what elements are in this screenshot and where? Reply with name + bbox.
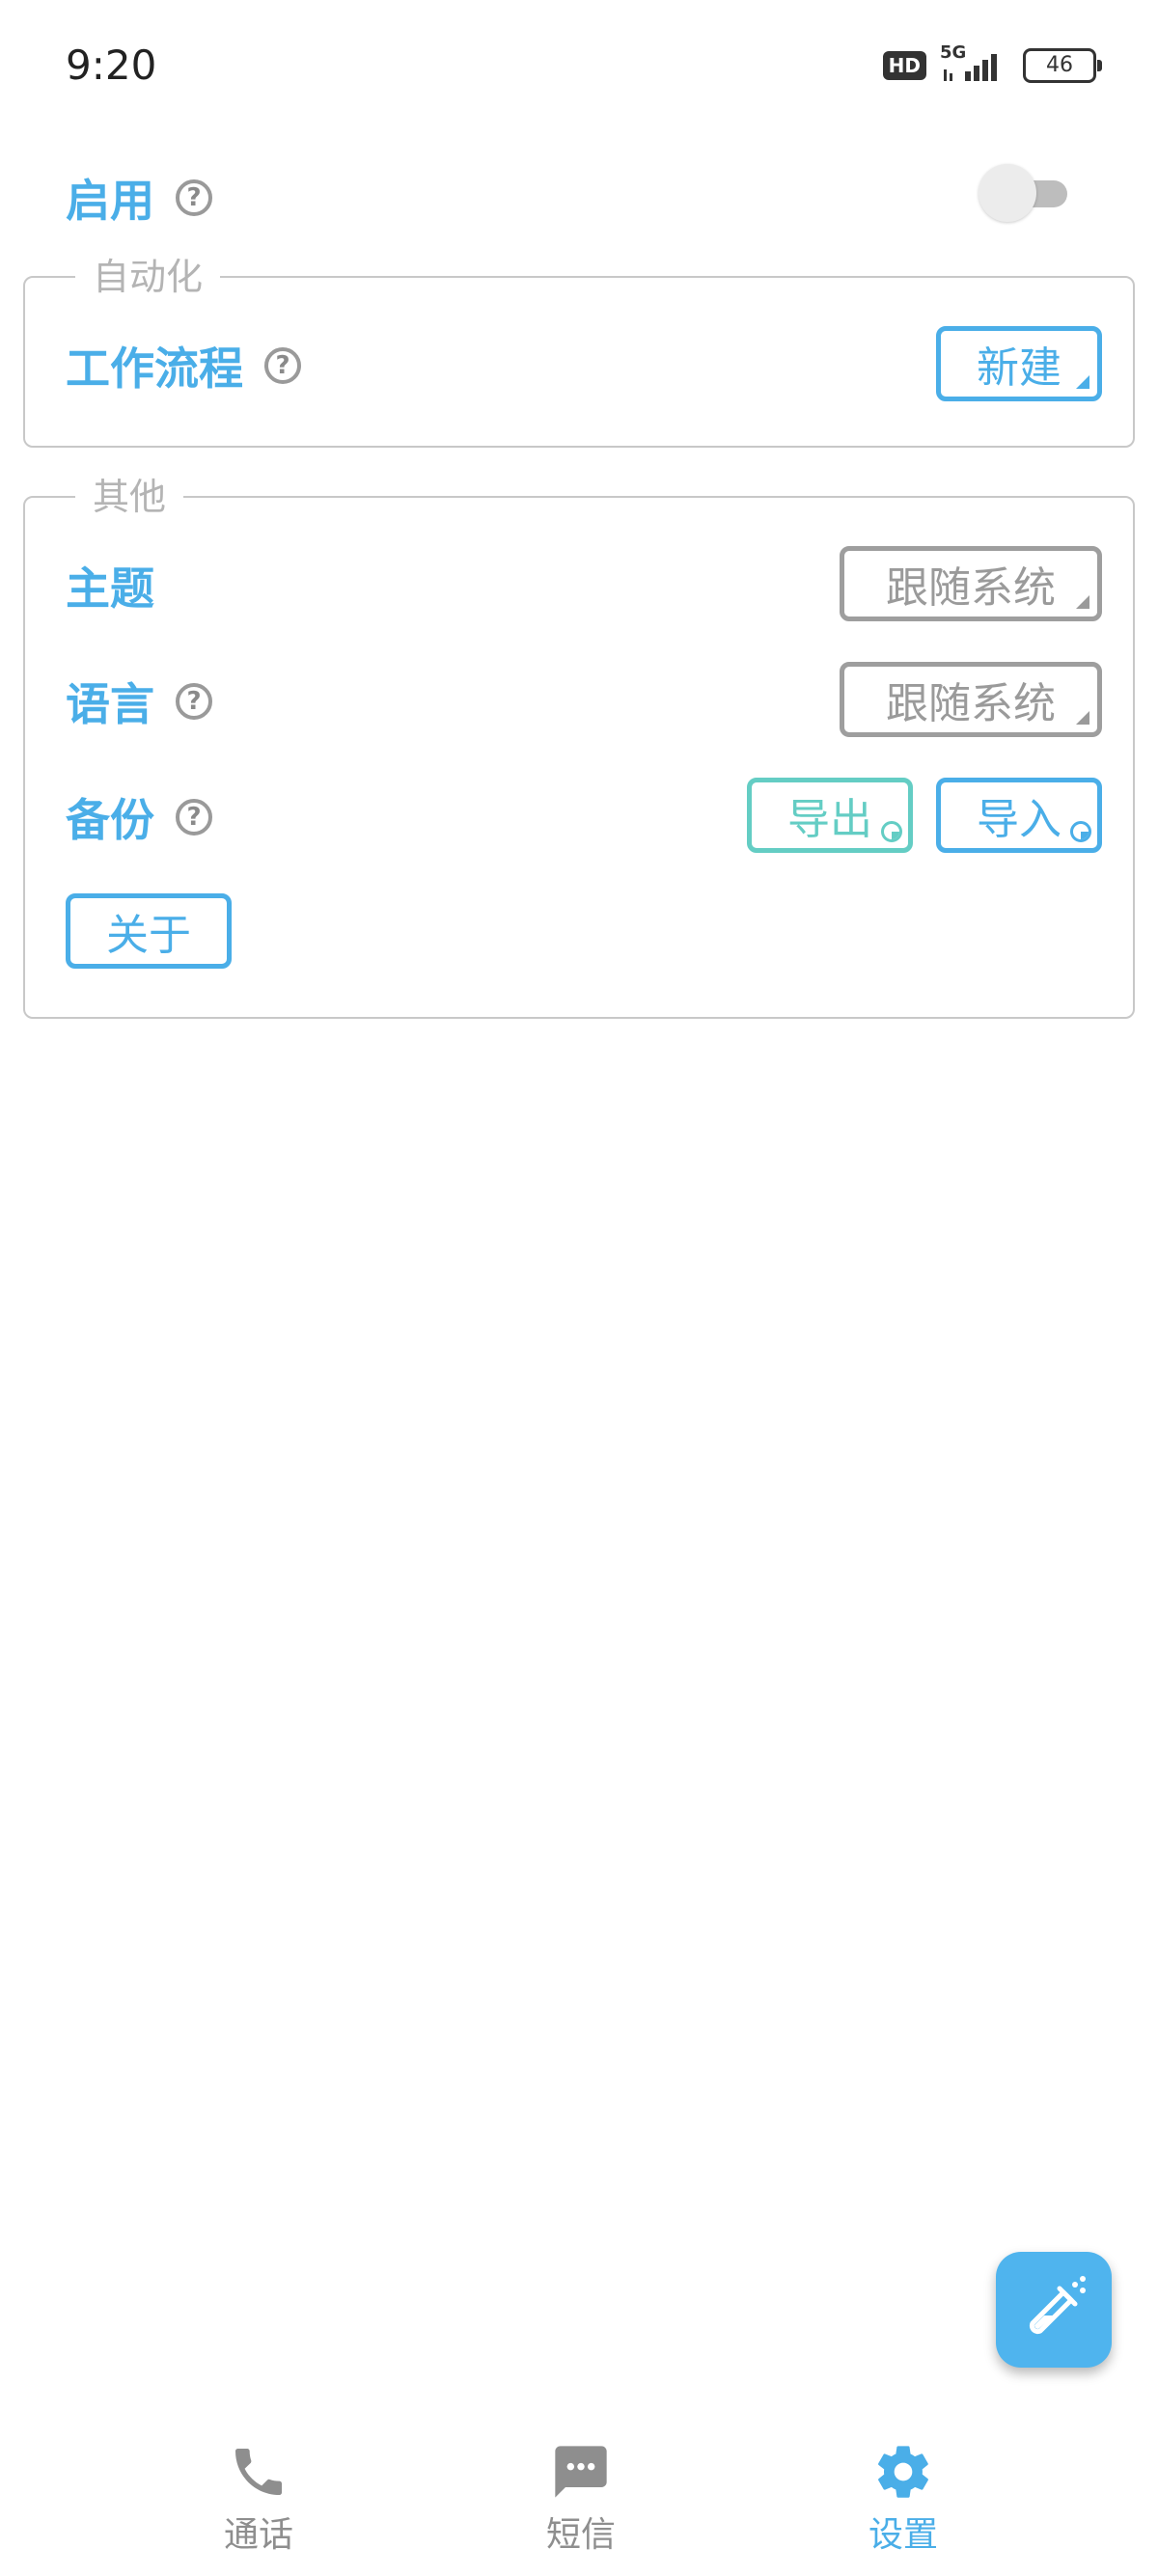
- import-label: 导入: [977, 795, 1062, 844]
- new-button-label: 新建: [977, 343, 1062, 393]
- new-workflow-button[interactable]: 新建: [936, 326, 1102, 401]
- nav-calls-label: 通话: [223, 2515, 293, 2555]
- about-button[interactable]: 关于: [66, 893, 232, 969]
- nav-sms-label: 短信: [545, 2515, 616, 2555]
- status-icons: HD 5G 46: [882, 42, 1102, 87]
- theme-label: 主题: [66, 562, 154, 615]
- language-value: 跟随系统: [886, 679, 1056, 728]
- backup-help-icon[interactable]: ?: [176, 799, 212, 836]
- clock-icon: [881, 821, 902, 842]
- status-time: 9:20: [66, 41, 157, 89]
- automation-legend: 自动化: [75, 253, 221, 301]
- dropdown-corner-icon: [1076, 595, 1089, 609]
- hd-badge: HD: [882, 51, 926, 80]
- nav-settings-label: 设置: [868, 2515, 938, 2555]
- language-select[interactable]: 跟随系统: [840, 662, 1102, 737]
- backup-row: 备份 ?: [66, 785, 212, 849]
- language-row: 语言 ?: [66, 670, 212, 733]
- language-help-icon[interactable]: ?: [176, 683, 212, 720]
- automation-group: 自动化 工作流程 ? 新建: [23, 253, 1135, 448]
- dropdown-corner-icon: [1076, 375, 1089, 389]
- theme-select[interactable]: 跟随系统: [840, 546, 1102, 621]
- battery-icon: 46: [1023, 48, 1102, 83]
- phone-icon: [235, 2449, 282, 2495]
- about-label: 关于: [106, 911, 191, 960]
- workflow-help-icon[interactable]: ?: [264, 347, 301, 384]
- enable-toggle[interactable]: [979, 164, 1069, 222]
- language-label: 语言: [66, 678, 154, 730]
- backup-label: 备份: [66, 794, 154, 846]
- export-button[interactable]: 导出: [747, 778, 913, 853]
- enable-row: 启用 ?: [66, 166, 212, 230]
- signal-icon: 5G: [940, 42, 1009, 85]
- enable-help-icon[interactable]: ?: [176, 179, 212, 216]
- nav-calls[interactable]: 通话: [162, 2441, 355, 2557]
- other-legend: 其他: [75, 473, 184, 521]
- enable-label: 启用: [66, 175, 154, 227]
- nav-sms[interactable]: 短信: [484, 2441, 677, 2557]
- workflow-row: 工作流程 ?: [66, 334, 301, 397]
- toggle-thumb: [979, 164, 1036, 222]
- nav-settings[interactable]: 设置: [807, 2441, 1000, 2557]
- theme-value: 跟随系统: [886, 563, 1056, 613]
- test-fab-button[interactable]: [996, 2252, 1112, 2368]
- message-icon: [555, 2446, 607, 2498]
- settings-screen: 9:20 HD 5G 46 启用 ? 自动化 工作流程 ? 新建 其他 主题 跟…: [0, 0, 1158, 2576]
- export-label: 导出: [787, 795, 872, 844]
- clock-icon: [1070, 821, 1091, 842]
- import-button[interactable]: 导入: [936, 778, 1102, 853]
- gear-icon: [878, 2446, 928, 2498]
- dropdown-corner-icon: [1076, 711, 1089, 725]
- other-group: 其他 主题 跟随系统 语言 ? 跟随系统 备份 ? 导出 导入 关于: [23, 473, 1135, 1019]
- test-tube-icon: [1029, 2276, 1086, 2335]
- workflow-label: 工作流程: [66, 343, 243, 395]
- theme-row: 主题: [66, 554, 154, 617]
